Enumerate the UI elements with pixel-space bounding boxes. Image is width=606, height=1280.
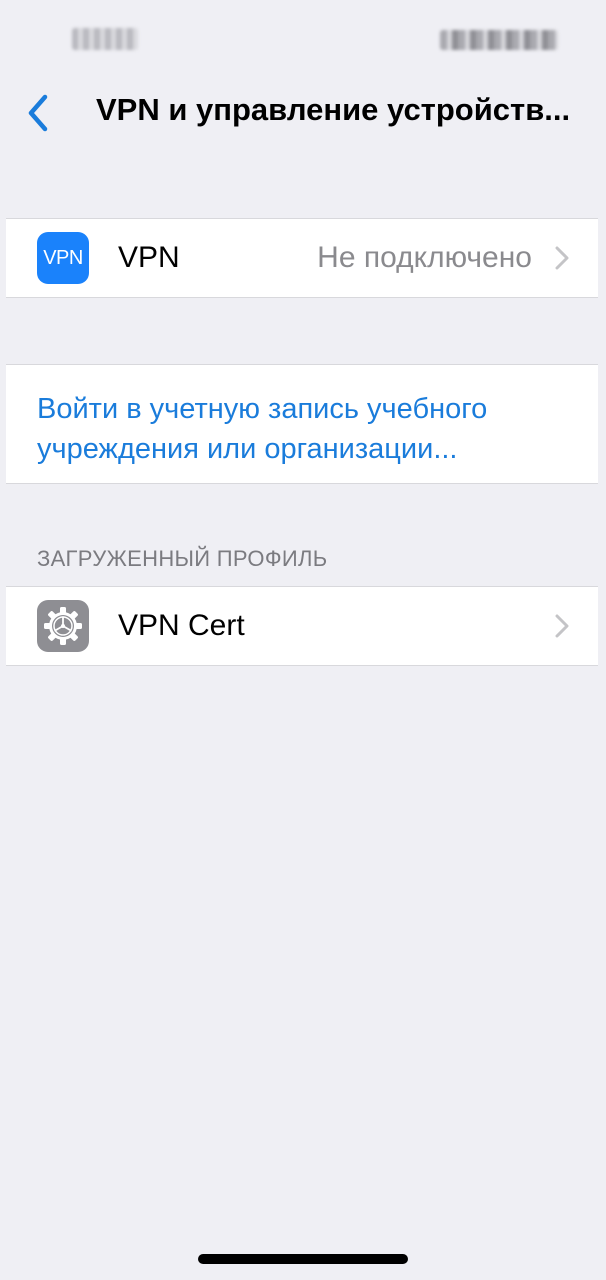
back-button[interactable] [18,90,58,136]
section-header-downloaded-profile: ЗАГРУЖЕННЫЙ ПРОФИЛЬ [37,546,328,571]
vpn-icon: VPN [37,232,89,284]
signin-group: Войти в учетную запись учебного учрежден… [6,364,598,484]
page-title: VPN и управление устройств... [96,92,571,127]
signin-work-account-link[interactable]: Войти в учетную запись учебного учрежден… [37,389,577,469]
profiles-group: VPN Cert [6,586,598,666]
home-indicator[interactable] [198,1254,408,1264]
chevron-left-icon [28,94,48,132]
vpn-group: VPN VPN Не подключено [6,218,598,298]
navigation-bar: VPN и управление устройств... [0,80,606,146]
profile-label: VPN Cert [118,609,245,642]
vpn-label: VPN [118,241,180,274]
chevron-right-icon [555,246,569,270]
vpn-icon-label: VPN [43,246,83,269]
vpn-status: Не подключено [317,241,532,274]
status-bar [0,0,606,80]
vpn-row[interactable]: VPN VPN Не подключено [6,219,598,297]
chevron-right-icon [555,614,569,638]
status-indicators-blurred [440,30,558,50]
status-time-blurred [72,28,138,50]
profile-row-vpn-cert[interactable]: VPN Cert [6,587,598,665]
gear-icon [37,600,89,652]
